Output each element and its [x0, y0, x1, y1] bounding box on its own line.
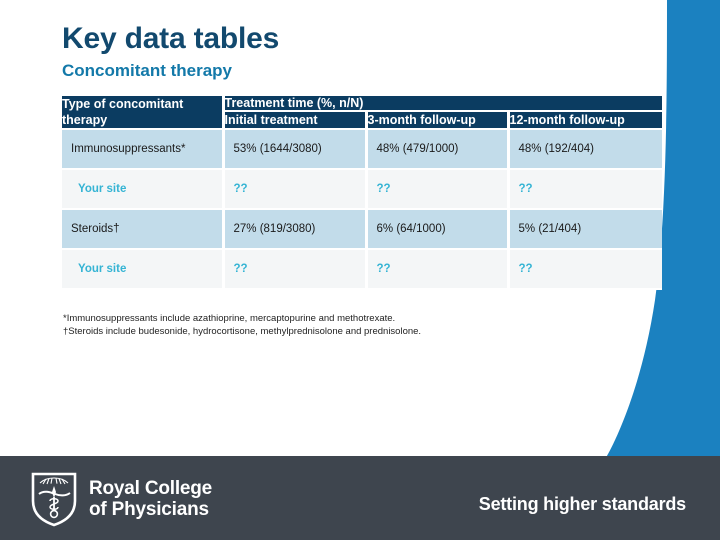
- column-header-3-month-follow-up: 3-month follow-up: [366, 111, 510, 130]
- cell-immunosuppressants-12month: 48% (192/404): [508, 129, 663, 170]
- page-title: Key data tables: [62, 22, 280, 55]
- title-block: Key data tables Concomitant therapy: [62, 22, 602, 82]
- rcp-wordmark: Royal College of Physicians: [89, 478, 212, 520]
- key-data-table: Type of concomitant therapy Treatment ti…: [62, 96, 663, 290]
- cell-your-site-steroids-12month: ??: [508, 249, 663, 290]
- cell-immunosuppressants-initial: 53% (1644/3080): [223, 129, 368, 170]
- table-footnotes: *Immunosuppressants include azathioprine…: [63, 312, 583, 338]
- table-row: Your site ?? ?? ??: [62, 169, 663, 210]
- cell-your-site-immunosuppressants-3month: ??: [366, 169, 510, 210]
- royal-college-crest-icon: [31, 472, 77, 527]
- footer-tagline: Setting higher standards: [478, 494, 686, 514]
- table-body: Immunosuppressants* 53% (1644/3080) 48% …: [62, 129, 663, 290]
- cell-steroids-initial: 27% (819/3080): [223, 209, 368, 250]
- cell-your-site-immunosuppressants-initial: ??: [223, 169, 368, 210]
- footnote-immunosuppressants: *Immunosuppressants include azathioprine…: [63, 313, 396, 324]
- footnote-steroids: †Steroids include budesonide, hydrocorti…: [63, 326, 422, 337]
- column-header-initial-treatment: Initial treatment: [223, 111, 368, 130]
- cell-your-site-steroids-3month: ??: [366, 249, 510, 290]
- cell-steroids-12month: 5% (21/404): [508, 209, 663, 250]
- table-row: Your site ?? ?? ??: [62, 249, 663, 290]
- table-header: Type of concomitant therapy Treatment ti…: [62, 96, 663, 130]
- table-row: Immunosuppressants* 53% (1644/3080) 48% …: [62, 129, 663, 170]
- row-label-your-site-steroids: Your site: [62, 249, 225, 290]
- cell-your-site-immunosuppressants-12month: ??: [508, 169, 663, 210]
- column-header-type: Type of concomitant therapy: [62, 96, 225, 130]
- table-row: Steroids† 27% (819/3080) 6% (64/1000) 5%…: [62, 209, 663, 250]
- row-label-immunosuppressants: Immunosuppressants*: [62, 129, 225, 170]
- column-header-group: Treatment time (%, n/N): [223, 96, 663, 112]
- column-header-12-month-follow-up: 12-month follow-up: [508, 111, 663, 130]
- cell-immunosuppressants-3month: 48% (479/1000): [366, 129, 510, 170]
- slide-canvas: Key data tables Concomitant therapy Type…: [0, 0, 720, 540]
- table-header-row-group: Type of concomitant therapy Treatment ti…: [62, 96, 663, 130]
- rcp-wordmark-line1: Royal College: [89, 478, 213, 499]
- cell-steroids-3month: 6% (64/1000): [366, 209, 510, 250]
- row-label-steroids: Steroids†: [62, 209, 225, 250]
- rcp-wordmark-line2: of Physicians: [89, 499, 209, 520]
- rcp-logo: Royal College of Physicians: [30, 471, 212, 527]
- cell-your-site-steroids-initial: ??: [223, 249, 368, 290]
- row-label-your-site-immunosuppressants: Your site: [62, 169, 225, 210]
- page-subtitle: Concomitant therapy: [62, 61, 233, 80]
